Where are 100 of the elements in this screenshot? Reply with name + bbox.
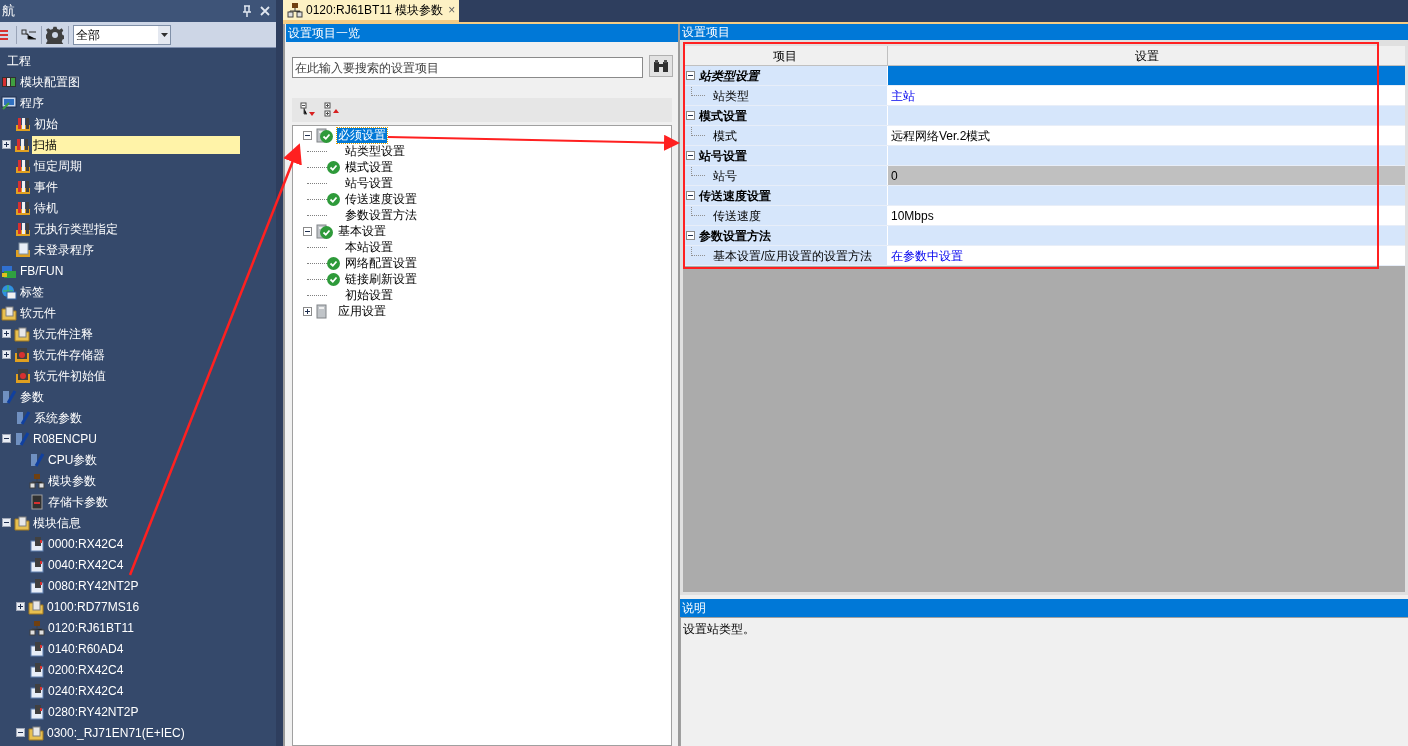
close-icon[interactable] <box>260 6 270 16</box>
tree-item[interactable]: 0280:RY42NT2P <box>47 702 140 721</box>
collapse-icon[interactable] <box>686 231 695 240</box>
tree-item[interactable]: 事件 <box>33 177 59 196</box>
tree-item[interactable]: 软元件注释 <box>32 324 94 343</box>
folder-icon <box>14 325 30 342</box>
tree-item[interactable]: 待机 <box>33 198 59 217</box>
expand-icon[interactable] <box>2 140 11 149</box>
expand-icon[interactable] <box>303 306 312 316</box>
column-header: 项目 <box>683 46 888 65</box>
module-icon <box>29 556 45 573</box>
collapse-icon[interactable] <box>2 434 11 443</box>
tree-item[interactable]: 应用设置 <box>337 303 387 319</box>
group-value-cell[interactable] <box>888 66 1405 85</box>
module-icon <box>29 535 45 552</box>
module-icon <box>29 640 45 657</box>
check-icon <box>320 129 333 143</box>
tree-item[interactable]: 模块配置图 <box>19 72 81 91</box>
tree-item[interactable]: 模块参数 <box>47 471 97 490</box>
column-header: 设置 <box>1133 48 1160 65</box>
tree-item[interactable]: 系统参数 <box>33 408 83 427</box>
collapse-icon[interactable] <box>16 728 25 737</box>
setting-value[interactable]: 远程网络Ver.2模式 <box>888 126 1405 145</box>
tree-item[interactable]: R08ENCPU <box>32 429 99 448</box>
setting-value[interactable]: 在参数中设置 <box>888 246 1405 265</box>
tree-item[interactable]: FB/FUN <box>19 261 65 280</box>
filter-dropdown[interactable]: 全部 <box>73 24 171 45</box>
collapse-icon[interactable] <box>686 151 695 160</box>
tree-item[interactable]: 模块信息 <box>32 513 82 532</box>
tree-item[interactable]: 0100:RD77MS16 <box>46 597 141 616</box>
check-icon <box>320 225 333 239</box>
search-field[interactable]: 在此输入要搜索的设置项目 <box>292 57 643 78</box>
description-text: 设置站类型。 <box>683 622 755 636</box>
tree-item[interactable]: 软元件初始值 <box>33 366 107 385</box>
tree-view-icon[interactable] <box>21 28 37 41</box>
settings-icon[interactable] <box>46 25 64 44</box>
check-icon <box>327 192 340 206</box>
tree-item[interactable]: 恒定周期 <box>33 156 83 175</box>
tree-item[interactable]: 未登录程序 <box>33 240 95 259</box>
tree-item[interactable]: 0300:_RJ71EN71(E+IEC) <box>46 723 186 742</box>
tree-item[interactable]: 标签 <box>19 282 45 301</box>
expand-all-icon[interactable] <box>324 102 340 118</box>
tree-item[interactable]: 传送速度设置 <box>345 191 417 207</box>
expand-icon[interactable] <box>2 329 11 338</box>
tree-item[interactable]: 网络配置设置 <box>345 255 417 271</box>
tree-item[interactable]: 基本设置 <box>337 223 387 239</box>
tree-item[interactable]: 0240:RX42C4 <box>47 681 125 700</box>
tree-item[interactable]: 0140:R60AD4 <box>47 639 125 658</box>
group-value-cell[interactable] <box>888 226 1405 245</box>
pane-header: 设置项目 <box>680 24 1408 40</box>
search-button[interactable] <box>649 54 673 77</box>
document-tab[interactable]: 0120:RJ61BT11 模块参数 × <box>283 0 460 22</box>
pin-icon[interactable] <box>242 5 252 17</box>
tree-item[interactable]: 0080:RY42NT2P <box>47 576 140 595</box>
collapse-icon[interactable] <box>686 191 695 200</box>
tab-close[interactable]: × <box>448 1 456 19</box>
tree-item[interactable]: 参数 <box>19 387 45 406</box>
tree-item[interactable]: 程序 <box>19 93 45 112</box>
expand-icon[interactable] <box>2 350 11 359</box>
chart-folder-icon <box>15 367 31 384</box>
group-value-cell[interactable] <box>888 146 1405 165</box>
tree-item[interactable]: 模式设置 <box>345 159 393 175</box>
collapse-icon[interactable] <box>303 226 312 236</box>
tree-item[interactable]: 必须设置 <box>337 127 387 143</box>
tree-item[interactable]: 0000:RX42C4 <box>47 534 125 553</box>
module-icon <box>29 661 45 678</box>
collapse-all-icon[interactable] <box>300 102 316 118</box>
network-icon <box>29 472 45 489</box>
tree-item[interactable]: 0040:RX42C4 <box>47 555 125 574</box>
tree-item[interactable]: 初始 <box>33 114 59 133</box>
module-icon <box>29 577 45 594</box>
collapse-icon[interactable] <box>303 130 312 140</box>
binoculars-icon <box>653 58 669 73</box>
setting-value[interactable]: 10Mbps <box>888 206 1405 225</box>
tree-item[interactable]: 无执行类型指定 <box>33 219 119 238</box>
expand-icon[interactable] <box>16 602 25 611</box>
setting-value[interactable]: 0 <box>888 166 1405 185</box>
tree-item[interactable]: CPU参数 <box>47 450 99 469</box>
collapse-icon[interactable] <box>686 111 695 120</box>
group-value-cell[interactable] <box>888 186 1405 205</box>
tree-item[interactable]: 工程 <box>6 51 32 70</box>
setting-label: 传送速度 <box>713 207 761 225</box>
tree-item[interactable]: 参数设置方法 <box>345 207 417 223</box>
group-value-cell[interactable] <box>888 106 1405 125</box>
collapse-icon[interactable] <box>2 518 11 527</box>
tree-item[interactable]: 软元件存储器 <box>32 345 106 364</box>
books-icon <box>15 115 31 132</box>
setting-value[interactable]: 主站 <box>888 86 1405 105</box>
tree-item[interactable]: 0120:RJ61BT11 <box>47 618 135 637</box>
tree-item[interactable]: 扫描 <box>32 135 240 154</box>
tree-item[interactable]: 链接刷新设置 <box>345 271 417 287</box>
tree-item[interactable]: 0200:RX42C4 <box>47 660 125 679</box>
tree-item[interactable]: 初始设置 <box>345 287 393 303</box>
tree-item[interactable]: 站号设置 <box>345 175 393 191</box>
tree-item[interactable]: 软元件 <box>19 303 57 322</box>
tree-item[interactable]: 本站设置 <box>345 239 393 255</box>
tree-item[interactable]: 站类型设置 <box>345 143 405 159</box>
tree-item[interactable]: 存储卡参数 <box>47 492 109 511</box>
group-title: 模式设置 <box>699 107 747 125</box>
collapse-icon[interactable] <box>686 71 695 80</box>
